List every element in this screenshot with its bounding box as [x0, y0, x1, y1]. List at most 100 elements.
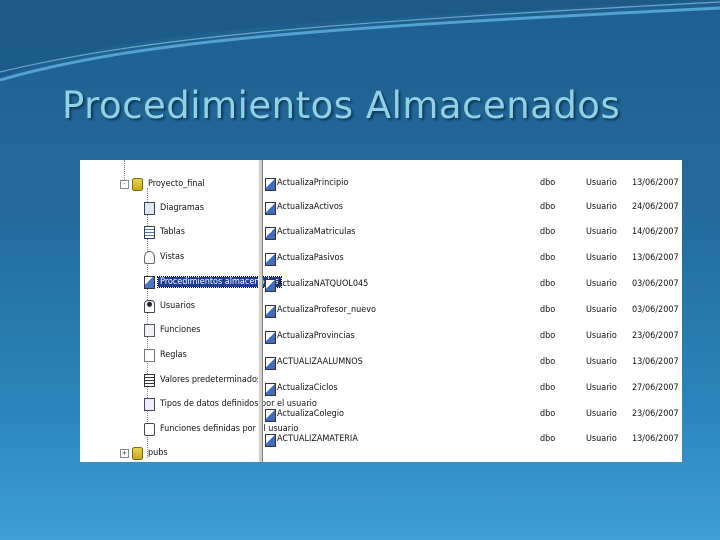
- tree-node-views[interactable]: Vistas: [144, 250, 186, 264]
- procedure-owner: dbo: [540, 202, 556, 212]
- stored-procedure-icon: [144, 275, 155, 289]
- procedure-owner: dbo: [540, 357, 556, 367]
- stored-procedure-icon: [265, 434, 276, 447]
- procedure-list: ActualizaPrincipio dbo Usuario 13/06/200…: [262, 160, 682, 462]
- stored-procedure-icon: [265, 178, 276, 191]
- procedure-type: Usuario: [586, 383, 617, 393]
- procedure-owner: dbo: [540, 434, 556, 444]
- stored-procedure-icon: [265, 331, 276, 344]
- tree-node-diagrams[interactable]: Diagramas: [144, 201, 206, 215]
- tree-node-label: Usuarios: [160, 301, 195, 311]
- procedure-type: Usuario: [586, 305, 617, 315]
- user-types-icon: [144, 397, 155, 411]
- stored-procedure-icon: [265, 383, 276, 396]
- procedure-name: ActualizaPrincipio: [277, 178, 349, 188]
- procedure-date: 13/06/2007 18:4: [632, 253, 682, 263]
- procedure-type: Usuario: [586, 227, 617, 237]
- database-icon: [132, 177, 143, 191]
- procedure-type: Usuario: [586, 357, 617, 367]
- tree-node-defaults[interactable]: Valores predeterminados: [144, 373, 263, 387]
- database-icon: [132, 446, 143, 460]
- view-icon: [144, 250, 155, 264]
- procedure-name: ACTUALIZAALUMNOS: [277, 357, 363, 367]
- tree-node-label: Funciones: [160, 325, 201, 335]
- tree-node-label: Tablas: [160, 227, 185, 237]
- procedure-type: Usuario: [586, 279, 617, 289]
- tree-node-label: Vistas: [160, 252, 185, 262]
- procedure-date: 13/06/2007 19:3: [632, 178, 682, 188]
- stored-procedure-icon: [265, 305, 276, 318]
- tree-node-label: pubs: [148, 448, 168, 458]
- procedure-name: ActualizaMatriculas: [277, 227, 356, 237]
- list-item[interactable]: ActualizaProfesor_nuevo dbo Usuario 03/0…: [262, 304, 682, 318]
- list-item[interactable]: ActualizaPrincipio dbo Usuario 13/06/200…: [262, 177, 682, 191]
- procedure-date: 24/06/2007 16:0: [632, 202, 682, 212]
- procedure-date: 27/06/2007 16:0: [632, 383, 682, 393]
- procedure-date: 03/06/2007 18:4: [632, 305, 682, 315]
- procedure-owner: dbo: [540, 305, 556, 315]
- procedure-name: ActualizaNATQUOL045: [277, 279, 369, 289]
- procedure-type: Usuario: [586, 434, 617, 444]
- list-item[interactable]: ActualizaPasivos dbo Usuario 13/06/2007 …: [262, 252, 682, 266]
- procedure-date: 23/06/2007 10:5: [632, 331, 682, 341]
- tree-node-label: Valores predeterminados: [160, 375, 262, 385]
- procedure-type: Usuario: [586, 331, 617, 341]
- table-icon: [144, 225, 155, 239]
- users-icon: [144, 299, 155, 313]
- procedure-owner: dbo: [540, 227, 556, 237]
- procedure-owner: dbo: [540, 409, 556, 419]
- list-item[interactable]: ActualizaMatriculas dbo Usuario 14/06/20…: [262, 226, 682, 240]
- list-item[interactable]: ActualizaActivos dbo Usuario 24/06/2007 …: [262, 201, 682, 215]
- tree-node-label: Proyecto_final: [148, 179, 205, 189]
- procedure-name: ActualizaProvincias: [277, 331, 355, 341]
- procedure-date: 23/06/2007 18:3: [632, 409, 682, 419]
- stored-procedure-icon: [265, 202, 276, 215]
- tree-node-database[interactable]: + pubs: [120, 446, 170, 460]
- procedure-name: ActualizaColegio: [277, 409, 344, 419]
- stored-procedure-icon: [265, 409, 276, 422]
- procedure-type: Usuario: [586, 178, 617, 188]
- stored-procedure-icon: [265, 227, 276, 240]
- tree-node-database[interactable]: - Proyecto_final: [120, 177, 207, 191]
- procedure-date: 13/06/2007 18:4: [632, 357, 682, 367]
- user-functions-icon: [144, 422, 155, 436]
- object-tree: - Proyecto_final Diagramas Tablas Vistas…: [80, 160, 317, 462]
- procedure-owner: dbo: [540, 383, 556, 393]
- list-item[interactable]: ActualizaNATQUOL045 dbo Usuario 03/06/20…: [262, 278, 682, 292]
- procedure-name: ActualizaCiclos: [277, 383, 338, 393]
- list-item[interactable]: ACTUALIZAALUMNOS dbo Usuario 13/06/2007 …: [262, 356, 682, 370]
- list-item[interactable]: ActualizaProvincias dbo Usuario 23/06/20…: [262, 330, 682, 344]
- diagram-icon: [144, 201, 155, 215]
- procedure-type: Usuario: [586, 409, 617, 419]
- tree-node-label: Reglas: [160, 350, 187, 360]
- procedure-date: 14/06/2007 11:0: [632, 227, 682, 237]
- stored-procedure-icon: [265, 357, 276, 370]
- tree-node-users[interactable]: Usuarios: [144, 299, 197, 313]
- stored-procedure-icon: [265, 253, 276, 266]
- roles-icon: [144, 323, 155, 337]
- defaults-icon: [144, 373, 155, 387]
- list-item[interactable]: ActualizaCiclos dbo Usuario 27/06/2007 1…: [262, 382, 682, 396]
- rules-icon: [144, 348, 155, 362]
- procedure-owner: dbo: [540, 253, 556, 263]
- collapse-toggle-icon[interactable]: -: [120, 179, 129, 189]
- procedure-name: ACTUALIZAMATERIA: [277, 434, 358, 444]
- procedure-type: Usuario: [586, 253, 617, 263]
- procedure-date: 13/06/2007 18:4: [632, 434, 682, 444]
- tree-node-roles[interactable]: Funciones: [144, 323, 202, 337]
- tree-node-rules[interactable]: Reglas: [144, 348, 189, 362]
- slide-title: Procedimientos Almacenados: [62, 84, 621, 127]
- procedure-owner: dbo: [540, 331, 556, 341]
- tree-node-tables[interactable]: Tablas: [144, 225, 187, 239]
- list-item[interactable]: ACTUALIZAMATERIA dbo Usuario 13/06/2007 …: [262, 433, 682, 447]
- procedure-owner: dbo: [540, 178, 556, 188]
- procedure-owner: dbo: [540, 279, 556, 289]
- procedure-date: 03/06/2007 10:4: [632, 279, 682, 289]
- list-item[interactable]: ActualizaColegio dbo Usuario 23/06/2007 …: [262, 408, 682, 422]
- procedure-name: ActualizaProfesor_nuevo: [277, 305, 376, 315]
- expand-toggle-icon[interactable]: +: [120, 448, 129, 458]
- tree-node-label: Diagramas: [160, 203, 204, 213]
- stored-procedure-icon: [265, 279, 276, 292]
- enterprise-manager-screenshot: - Proyecto_final Diagramas Tablas Vistas…: [80, 160, 682, 462]
- procedure-name: ActualizaActivos: [277, 202, 344, 212]
